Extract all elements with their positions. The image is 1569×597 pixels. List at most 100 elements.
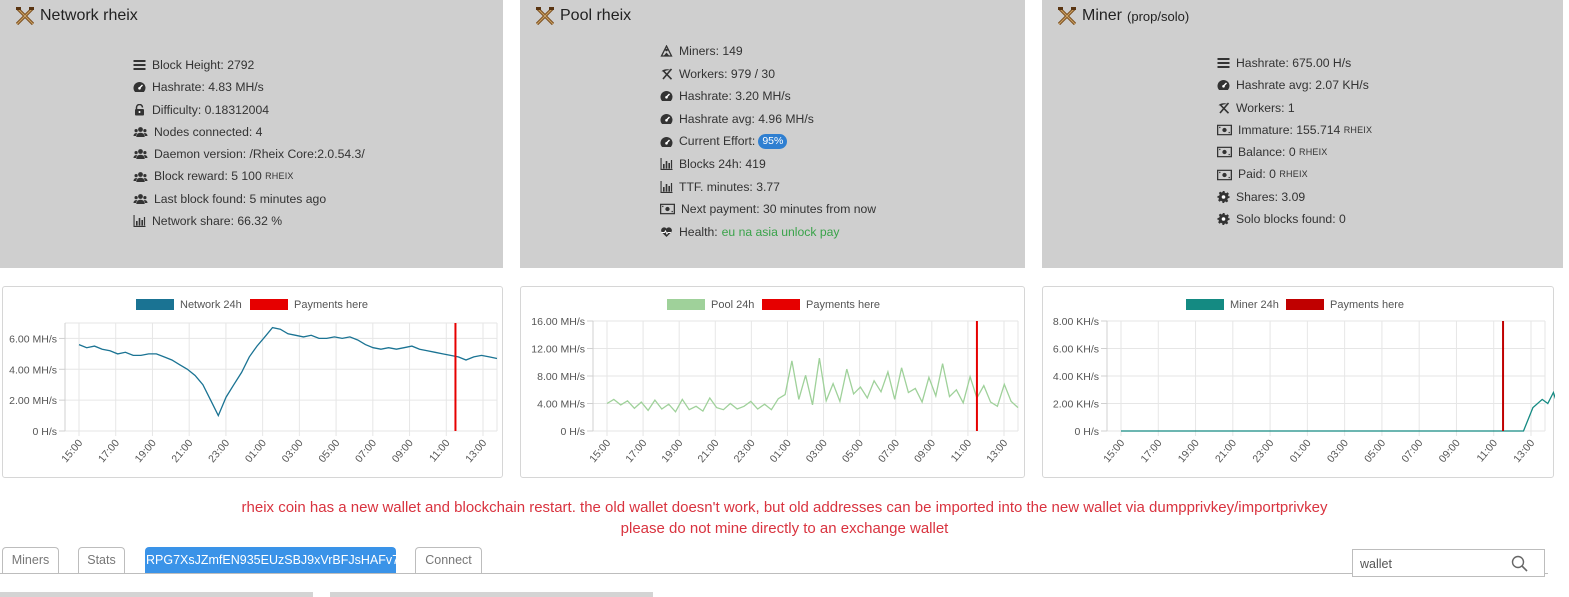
pool-stats: Miners: 149 Workers: 979 / 30 Hashrate: … xyxy=(660,40,876,243)
stat-health: Health: eu na asia unlock pay xyxy=(660,221,876,244)
bars-icon xyxy=(1217,57,1230,69)
money-icon xyxy=(660,203,675,215)
y-tick-label: 4.00 KH/s xyxy=(1053,371,1099,383)
x-tick-label: 05:00 xyxy=(316,437,342,465)
y-tick-label: 8.00 MH/s xyxy=(537,371,585,383)
gauge-icon xyxy=(1217,79,1230,91)
legend-swatch xyxy=(667,299,705,310)
users-icon xyxy=(133,126,148,138)
x-tick-label: 13:00 xyxy=(1511,437,1537,465)
x-tick-label: 11:00 xyxy=(949,437,975,464)
x-tick-label: 07:00 xyxy=(876,437,902,465)
stat-balance: Balance: 0 RHEIX xyxy=(1217,141,1372,163)
pool-chart: Pool 24h Payments here 0 H/s 4.00 MH/s 8.00 … xyxy=(520,286,1025,478)
x-tick-label: 05:00 xyxy=(1362,437,1388,465)
search-icon[interactable] xyxy=(1511,555,1528,572)
legend-swatch xyxy=(1186,299,1224,310)
gear-icon xyxy=(1217,191,1230,203)
tab-wallet-address[interactable]: RPG7XsJZmfEN935EUzSBJ9xVrBFJsHAFv7 xyxy=(145,547,399,573)
stat-blocks-24h: Blocks 24h: 419 xyxy=(660,153,876,176)
network-chart-svg: Network 24h Payments here 0 H/s 2.00 MH/s 4.… xyxy=(9,299,498,465)
x-tick-label: 09:00 xyxy=(912,437,938,465)
x-tick-label: 07:00 xyxy=(1399,437,1425,465)
stat-network-share: Network share: 66.32 % xyxy=(133,210,365,232)
series-line xyxy=(1121,390,1555,432)
unlock-icon xyxy=(133,104,146,116)
y-tick-label: 4.00 MH/s xyxy=(9,364,57,376)
tab-miners[interactable]: Miners xyxy=(2,547,59,573)
gauge-icon xyxy=(660,90,673,102)
pool-panel: Pool rheix Miners: 149 Workers: 979 / 30… xyxy=(520,0,1025,268)
legend-swatch xyxy=(762,299,800,310)
pickaxe-logo-icon xyxy=(1058,7,1076,25)
y-tick-label: 12.00 MH/s xyxy=(531,344,585,356)
stat-workers: Workers: 1 xyxy=(1217,97,1372,119)
x-tick-label: 07:00 xyxy=(353,437,379,465)
bars-icon xyxy=(133,59,146,71)
stat-miners: Miners: 149 xyxy=(660,40,876,63)
gear-icon xyxy=(1217,213,1230,225)
y-tick-label: 6.00 KH/s xyxy=(1053,344,1099,356)
stat-ttf-minutes: TTF. minutes: 3.77 xyxy=(660,176,876,199)
tab-divider xyxy=(0,573,1548,574)
stat-last-block-found: Last block found: 5 minutes ago xyxy=(133,188,365,210)
x-tick-label: 17:00 xyxy=(96,437,122,465)
x-tick-label: 17:00 xyxy=(623,437,649,465)
stat-immature: Immature: 155.714 RHEIX xyxy=(1217,119,1372,141)
pickaxe-icon xyxy=(1217,102,1230,114)
stat-shares: Shares: 3.09 xyxy=(1217,186,1372,208)
health-status: eu na asia unlock pay xyxy=(721,224,840,239)
y-tick-label: 4.00 MH/s xyxy=(537,399,585,411)
chart-icon xyxy=(660,158,673,170)
stat-hashrate-avg: Hashrate avg: 2.07 KH/s xyxy=(1217,74,1372,96)
y-tick-label: 6.00 MH/s xyxy=(9,333,57,345)
stat-hashrate-avg: Hashrate avg: 4.96 MH/s xyxy=(660,108,876,131)
pool-title: Pool rheix xyxy=(560,7,632,24)
miner-subtitle: (prop/solo) xyxy=(1127,8,1190,24)
x-tick-label: 23:00 xyxy=(1250,437,1276,465)
pool-chart-svg: Pool 24h Payments here 0 H/s 4.00 MH/s 8.00 … xyxy=(531,299,1019,465)
gauge-icon xyxy=(660,136,673,148)
pickaxe-logo-icon xyxy=(16,7,34,25)
miner-title: Miner xyxy=(1082,7,1123,24)
legend-label: Payments here xyxy=(294,299,368,311)
legend-swatch xyxy=(1286,299,1324,310)
pickaxe-logo-icon xyxy=(536,7,554,25)
wallet-search-input[interactable] xyxy=(1360,557,1510,571)
stat-workers: Workers: 979 / 30 xyxy=(660,63,876,86)
x-tick-label: 23:00 xyxy=(732,437,758,465)
x-tick-label: 05:00 xyxy=(840,437,866,465)
stat-hashrate: Hashrate: 4.83 MH/s xyxy=(133,76,365,98)
bottom-panel-right xyxy=(330,592,653,597)
x-tick-label: 03:00 xyxy=(280,437,306,465)
x-tick-label: 19:00 xyxy=(133,437,159,465)
money-icon xyxy=(1217,146,1232,158)
tab-connect[interactable]: Connect xyxy=(415,547,482,573)
network-chart: Network 24h Payments here 0 H/s 2.00 MH/s 4.… xyxy=(2,286,503,478)
stat-hashrate: Hashrate: 675.00 H/s xyxy=(1217,52,1372,74)
stat-current-effort: Current Effort: 95% xyxy=(660,130,876,153)
x-tick-label: 21:00 xyxy=(695,437,721,465)
money-icon xyxy=(1217,124,1232,136)
x-tick-label: 09:00 xyxy=(390,437,416,465)
tab-stats[interactable]: Stats xyxy=(78,547,125,573)
wallet-search[interactable] xyxy=(1352,549,1545,577)
stat-block-height: Block Height: 2792 xyxy=(133,54,365,76)
stat-daemon-version: Daemon version: /Rheix Core:2.0.54.3/ xyxy=(133,143,365,165)
x-tick-label: 03:00 xyxy=(804,437,830,465)
x-tick-label: 01:00 xyxy=(1288,437,1314,465)
money-icon xyxy=(1217,169,1232,181)
x-tick-label: 11:00 xyxy=(427,437,453,464)
miner-icon xyxy=(660,45,673,57)
users-icon xyxy=(133,148,148,160)
effort-badge: 95% xyxy=(758,134,788,150)
y-tick-label: 0 H/s xyxy=(32,426,57,438)
heartbeat-icon xyxy=(660,226,673,238)
legend-label: Miner 24h xyxy=(1230,299,1279,311)
miner-chart-svg: Miner 24h Payments here 0 H/s 2.00 KH/s 4.00… xyxy=(1053,299,1555,465)
stat-block-reward: Block reward: 5 100 RHEIX xyxy=(133,165,365,187)
network-panel-title: Network rheix xyxy=(16,7,138,25)
announcement-line-1: rheix coin has a new wallet and blockcha… xyxy=(241,499,1328,516)
legend-label: Pool 24h xyxy=(711,299,754,311)
x-tick-label: 15:00 xyxy=(1101,437,1127,465)
